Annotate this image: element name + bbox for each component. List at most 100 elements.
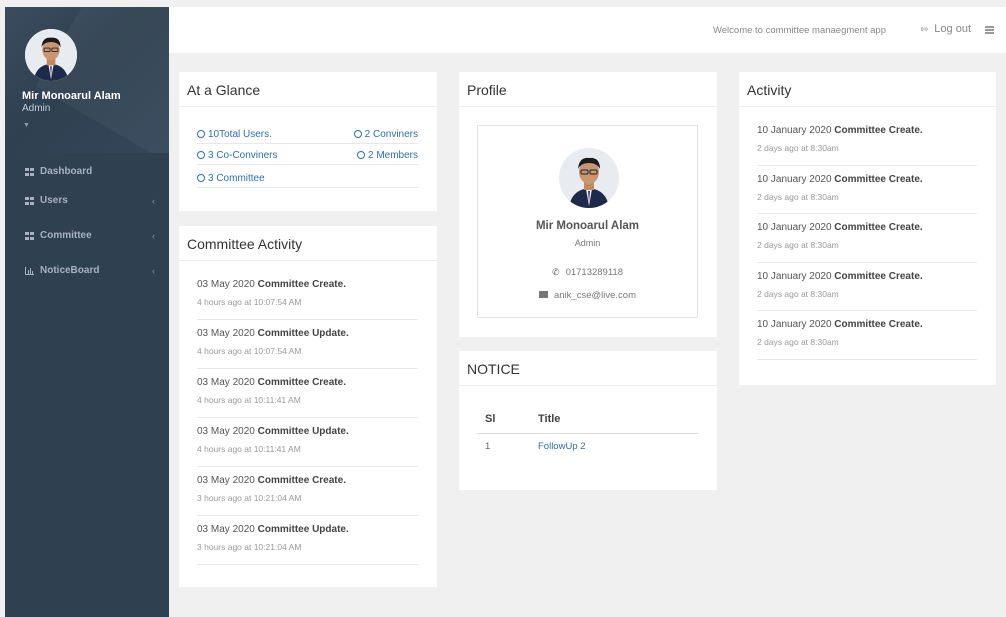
column-header-title: Title: [538, 413, 561, 425]
activity-action: Committee Create.: [834, 270, 923, 282]
activity-date: 03 May 2020: [197, 426, 255, 437]
person-photo-icon: [25, 29, 77, 81]
activity-list: 10 January 2020 Committee Create. 2 days…: [757, 117, 977, 360]
activity-text: 03 May 2020 Committee Create.: [197, 279, 418, 290]
list-item: 10 January 2020 Committee Create. 2 days…: [757, 263, 977, 311]
glance-row: 3 Co-Conviners 2 Members: [197, 148, 418, 165]
activity-text: 03 May 2020 Committee Update.: [197, 426, 418, 437]
activity-action: Committee Create.: [257, 377, 346, 388]
list-item: 10 January 2020 Committee Create. 2 days…: [757, 311, 977, 360]
activity-action: Committee Update.: [257, 328, 349, 339]
activity-time: 2 days ago at 8:30am: [757, 240, 839, 250]
activity-time: 4 hours ago at 10:11:41 AM: [197, 444, 301, 454]
activity-text: 10 January 2020 Committee Create.: [757, 125, 977, 136]
activity-panel: Activity 10 January 2020 Committee Creat…: [739, 72, 996, 385]
glance-total-users-link[interactable]: 10Total Users.: [197, 129, 272, 140]
glance-label: 2 Conviners: [364, 129, 418, 140]
glance-co-conviners-link[interactable]: 3 Co-Conviners: [197, 150, 277, 161]
person-photo-icon: [559, 148, 619, 208]
chevron-left-icon: ‹: [152, 230, 155, 241]
panel-title: Activity: [739, 72, 996, 107]
avatar[interactable]: [25, 29, 77, 81]
sidebar-item-noticeboard[interactable]: NoticeBoard ‹: [5, 253, 169, 288]
circle-icon: [356, 151, 365, 159]
activity-text: 03 May 2020 Committee Update.: [197, 328, 418, 339]
list-item: 03 May 2020 Committee Create. 3 hours ag…: [197, 467, 418, 516]
top-bar: Welcome to committee manaegment app ⇰ Log…: [169, 7, 1006, 53]
glance-committee-link[interactable]: 3 Committee: [197, 173, 265, 184]
sidebar-profile: Mir Monoarul Alam Admin ▼: [5, 7, 169, 153]
grid-icon: [25, 231, 34, 240]
sidebar-item-dashboard[interactable]: Dashboard: [5, 161, 169, 183]
sidebar-item-users[interactable]: Users ‹: [5, 183, 169, 218]
glance-members-link[interactable]: 2 Members: [356, 150, 418, 161]
sign-out-icon: ⇰: [920, 24, 929, 34]
glance-conviners-link[interactable]: 2 Conviners: [353, 129, 418, 140]
activity-time: 3 hours ago at 10:21:04 AM: [197, 493, 302, 503]
glance-row: 3 Committee: [197, 171, 418, 188]
list-item: 03 May 2020 Committee Update. 3 hours ag…: [197, 516, 418, 565]
caret-down-icon[interactable]: ▼: [23, 122, 30, 129]
activity-time: 2 days ago at 8:30am: [757, 288, 839, 299]
activity-time: 3 hours ago at 10:21:04 AM: [197, 542, 302, 552]
activity-action: Committee Update.: [257, 524, 349, 535]
profile-panel: Profile Mir Monoarul Alam Admin ✆ 0171328…: [459, 72, 717, 337]
sidebar-item-committee[interactable]: Committee ‹: [5, 218, 169, 253]
list-item: 03 May 2020 Committee Update. 4 hours ag…: [197, 320, 418, 369]
profile-email: anik_cse@live.com: [478, 290, 697, 301]
list-item: 03 May 2020 Committee Create. 4 hours ag…: [197, 271, 418, 320]
logout-link[interactable]: ⇰ Log out: [921, 23, 971, 35]
activity-text: 03 May 2020 Committee Create.: [197, 377, 418, 388]
profile-name: Mir Monoarul Alam: [535, 220, 640, 232]
grid-icon: [25, 196, 34, 205]
glance-label: 10Total Users.: [208, 129, 272, 140]
activity-action: Committee Create.: [257, 475, 346, 486]
list-item: 03 May 2020 Committee Update. 4 hours ag…: [197, 418, 418, 467]
menu-toggle-icon[interactable]: [985, 26, 994, 34]
activity-action: Committee Create.: [834, 125, 923, 136]
activity-text: 03 May 2020 Committee Create.: [197, 475, 418, 486]
sidebar-item-label: NoticeBoard: [40, 264, 100, 276]
sidebar-user-name: Mir Monoarul Alam: [22, 90, 121, 102]
sidebar-item-label: Dashboard: [40, 166, 93, 177]
sidebar: Mir Monoarul Alam Admin ▼ Dashboard User…: [5, 7, 169, 617]
activity-text: 10 January 2020 Committee Create.: [757, 319, 977, 330]
avatar[interactable]: [559, 148, 619, 208]
glance-row: 10Total Users. 2 Conviners: [197, 127, 418, 144]
email-address: anik_cse@live.com: [554, 290, 636, 301]
activity-text: 10 January 2020 Committee Create.: [757, 271, 977, 282]
phone-icon: ✆: [552, 267, 560, 277]
notice-row-sl: 1: [485, 441, 491, 452]
activity-date: 10 January 2020: [757, 222, 832, 233]
profile-card: Mir Monoarul Alam Admin ✆ 01713289118 ani…: [477, 125, 698, 318]
sidebar-item-label: Committee: [40, 229, 92, 241]
welcome-message: Welcome to committee manaegment app: [712, 25, 886, 36]
activity-action: Committee Create.: [834, 173, 923, 185]
activity-date: 10 January 2020: [757, 173, 832, 185]
activity-text: 10 January 2020 Committee Create.: [757, 222, 977, 233]
activity-date: 03 May 2020: [197, 328, 255, 339]
notice-row-title-link[interactable]: FollowUp 2: [538, 441, 586, 452]
activity-time: 2 days ago at 8:30am: [757, 143, 839, 153]
committee-activity-list: 03 May 2020 Committee Create. 4 hours ag…: [197, 271, 418, 565]
sidebar-nav: Dashboard Users ‹ Committee ‹ NoticeBoar…: [5, 161, 169, 288]
circle-icon: [197, 130, 205, 138]
logout-label: Log out: [934, 23, 971, 35]
glance-label: 3 Committee: [208, 173, 265, 184]
list-item: 03 May 2020 Committee Create. 4 hours ag…: [197, 369, 418, 418]
phone-number: 01713289118: [565, 267, 623, 278]
committee-activity-panel: Committee Activity 03 May 2020 Committee…: [179, 226, 437, 587]
activity-action: Committee Create.: [834, 222, 923, 233]
panel-title: Profile: [459, 72, 717, 107]
activity-date: 03 May 2020: [197, 279, 255, 290]
activity-date: 03 May 2020: [197, 377, 255, 388]
circle-icon: [197, 151, 205, 159]
notice-panel: NOTICE Sl Title 1 FollowUp 2: [459, 351, 717, 490]
sidebar-item-label: Users: [40, 194, 68, 206]
circle-icon: [197, 174, 205, 182]
at-a-glance-panel: At a Glance 10Total Users. 2 Conviners 3…: [179, 72, 437, 211]
activity-action: Committee Create.: [834, 319, 923, 330]
glance-label: 3 Co-Conviners: [208, 150, 278, 161]
activity-time: 4 hours ago at 10:11:41 AM: [197, 395, 301, 405]
list-item: 10 January 2020 Committee Create. 2 days…: [757, 166, 977, 214]
